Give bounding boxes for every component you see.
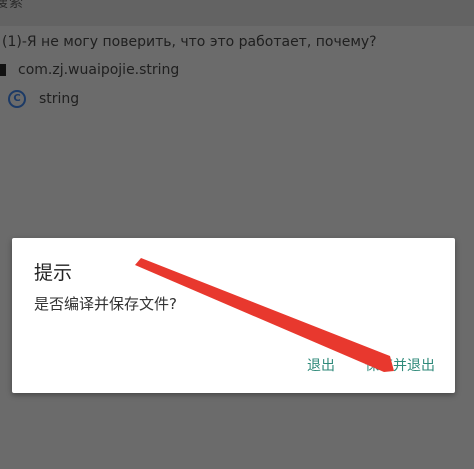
class-c-icon: C: [8, 90, 26, 108]
list-item[interactable]: (1)-Я не могу поверить, что это работает…: [0, 31, 474, 53]
list-item-label: com.zj.wuaipojie.string: [18, 62, 180, 78]
list-item[interactable]: com.zj.wuaipojie.string: [0, 60, 474, 80]
search-label: 搜索: [0, 0, 24, 11]
save-and-exit-button[interactable]: 保存并退出: [361, 353, 439, 377]
app-screen: 搜索 (1)-Я не могу поверить, что это работ…: [0, 0, 474, 469]
list-item[interactable]: C string: [0, 89, 474, 109]
file-icon: [0, 64, 6, 76]
list-item-label: (1)-Я не могу поверить, что это работает…: [2, 34, 377, 50]
exit-button[interactable]: 退出: [303, 353, 339, 377]
confirm-dialog: 提示 是否编译并保存文件? 退出 保存并退出: [12, 238, 455, 393]
dialog-message: 是否编译并保存文件?: [34, 295, 177, 313]
search-bar[interactable]: 搜索: [0, 0, 474, 26]
list-item-label: string: [39, 91, 80, 107]
dialog-title: 提示: [34, 262, 73, 284]
